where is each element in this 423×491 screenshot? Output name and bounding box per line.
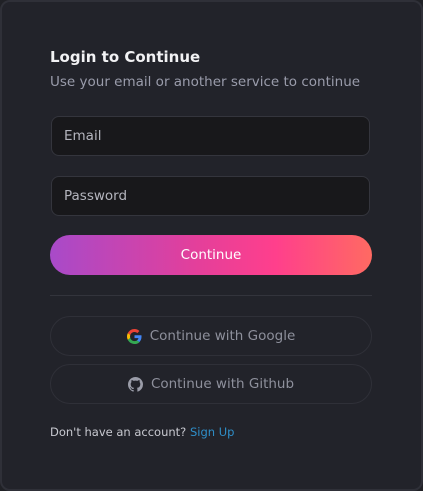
password-field-wrapper bbox=[51, 176, 370, 216]
divider bbox=[50, 295, 372, 296]
signup-prompt-text: Don't have an account? bbox=[50, 425, 187, 439]
github-icon bbox=[127, 376, 143, 392]
login-subtitle: Use your email or another service to con… bbox=[50, 74, 361, 90]
email-field[interactable] bbox=[52, 117, 369, 155]
signup-prompt: Don't have an account? Sign Up bbox=[50, 425, 234, 439]
continue-with-github-button[interactable]: Continue with Github bbox=[50, 364, 372, 404]
github-button-label: Continue with Github bbox=[150, 376, 295, 392]
email-field-wrapper bbox=[51, 116, 370, 156]
google-icon bbox=[126, 328, 142, 344]
google-button-label: Continue with Google bbox=[149, 328, 296, 344]
continue-button[interactable]: Continue bbox=[50, 235, 372, 275]
continue-with-google-button[interactable]: Continue with Google bbox=[50, 316, 372, 356]
password-field[interactable] bbox=[52, 177, 369, 215]
login-title: Login to Continue bbox=[50, 48, 201, 66]
signup-link[interactable]: Sign Up bbox=[190, 425, 234, 439]
login-card: Login to Continue Use your email or anot… bbox=[0, 0, 423, 491]
